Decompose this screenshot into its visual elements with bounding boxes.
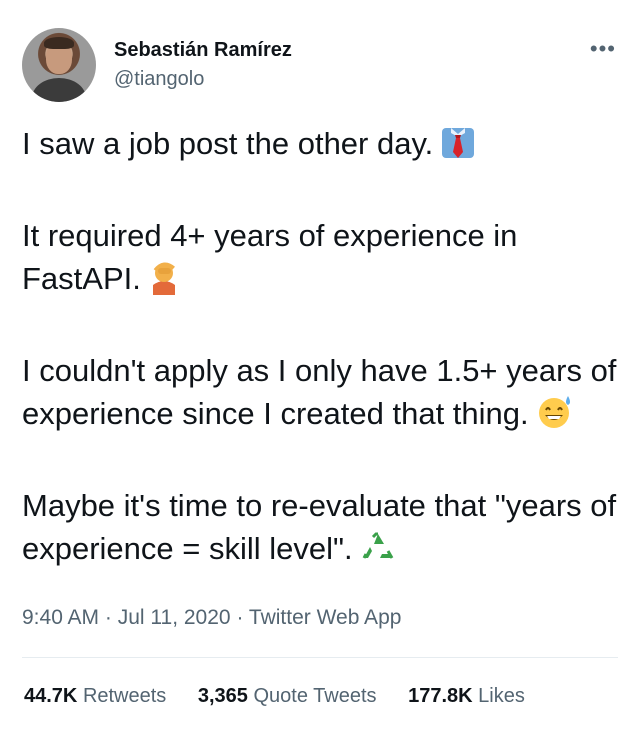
tweet-time[interactable]: 9:40 AM [22, 606, 99, 629]
divider [22, 657, 618, 658]
more-options-icon[interactable]: ••• [590, 38, 616, 60]
tweet-date[interactable]: Jul 11, 2020 [118, 606, 231, 629]
avatar-hair [44, 37, 74, 49]
tweet-line: I saw a job post the other day. [22, 126, 434, 161]
tweet-line: Maybe it's time to re-evaluate that "yea… [22, 488, 617, 566]
tweet-header: Sebastián Ramírez @tiangolo ••• [22, 28, 622, 108]
likes-count: 177.8K [408, 685, 473, 707]
tweet-paragraph: Maybe it's time to re-evaluate that "yea… [22, 484, 622, 576]
retweets-count: 44.7K [24, 685, 78, 707]
recycling-symbol-icon [361, 531, 395, 576]
tweet-line: I couldn't apply as I only have 1.5+ yea… [22, 353, 617, 431]
quote-tweets-count: 3,365 [197, 685, 248, 707]
author-display-name[interactable]: Sebastián Ramírez [114, 38, 292, 62]
meta-separator: · [230, 606, 249, 629]
avatar[interactable] [22, 28, 96, 102]
tweet-line: It required 4+ years of experience in Fa… [22, 218, 518, 296]
tweet-paragraph: I saw a job post the other day. [22, 122, 622, 171]
author-info: Sebastián Ramírez @tiangolo [114, 38, 292, 92]
tweet-paragraph: It required 4+ years of experience in Fa… [22, 214, 622, 306]
tweet-paragraph: I couldn't apply as I only have 1.5+ yea… [22, 349, 622, 441]
necktie-icon [441, 126, 475, 171]
tweet-source[interactable]: Twitter Web App [249, 606, 402, 629]
avatar-shirt [32, 78, 86, 102]
retweets-label: Retweets [82, 685, 167, 707]
person-facepalming-icon [149, 259, 179, 306]
likes-label: Likes [478, 685, 525, 707]
meta-separator: · [99, 606, 118, 629]
quote-tweets-label: Quote Tweets [253, 685, 377, 707]
tweet-text: I saw a job post the other day. It requi… [22, 122, 622, 576]
quote-tweets-stat[interactable]: 3,365 Quote Tweets [198, 685, 377, 707]
retweets-stat[interactable]: 44.7K Retweets [24, 685, 166, 707]
grinning-face-with-sweat-icon [537, 394, 573, 441]
likes-stat[interactable]: 177.8K Likes [408, 685, 525, 707]
author-handle[interactable]: @tiangolo [114, 66, 292, 92]
tweet-metadata: 9:40 AM · Jul 11, 2020 · Twitter Web App [22, 606, 401, 630]
tweet-stats: 44.7K Retweets 3,365 Quote Tweets 177.8K… [24, 685, 551, 708]
